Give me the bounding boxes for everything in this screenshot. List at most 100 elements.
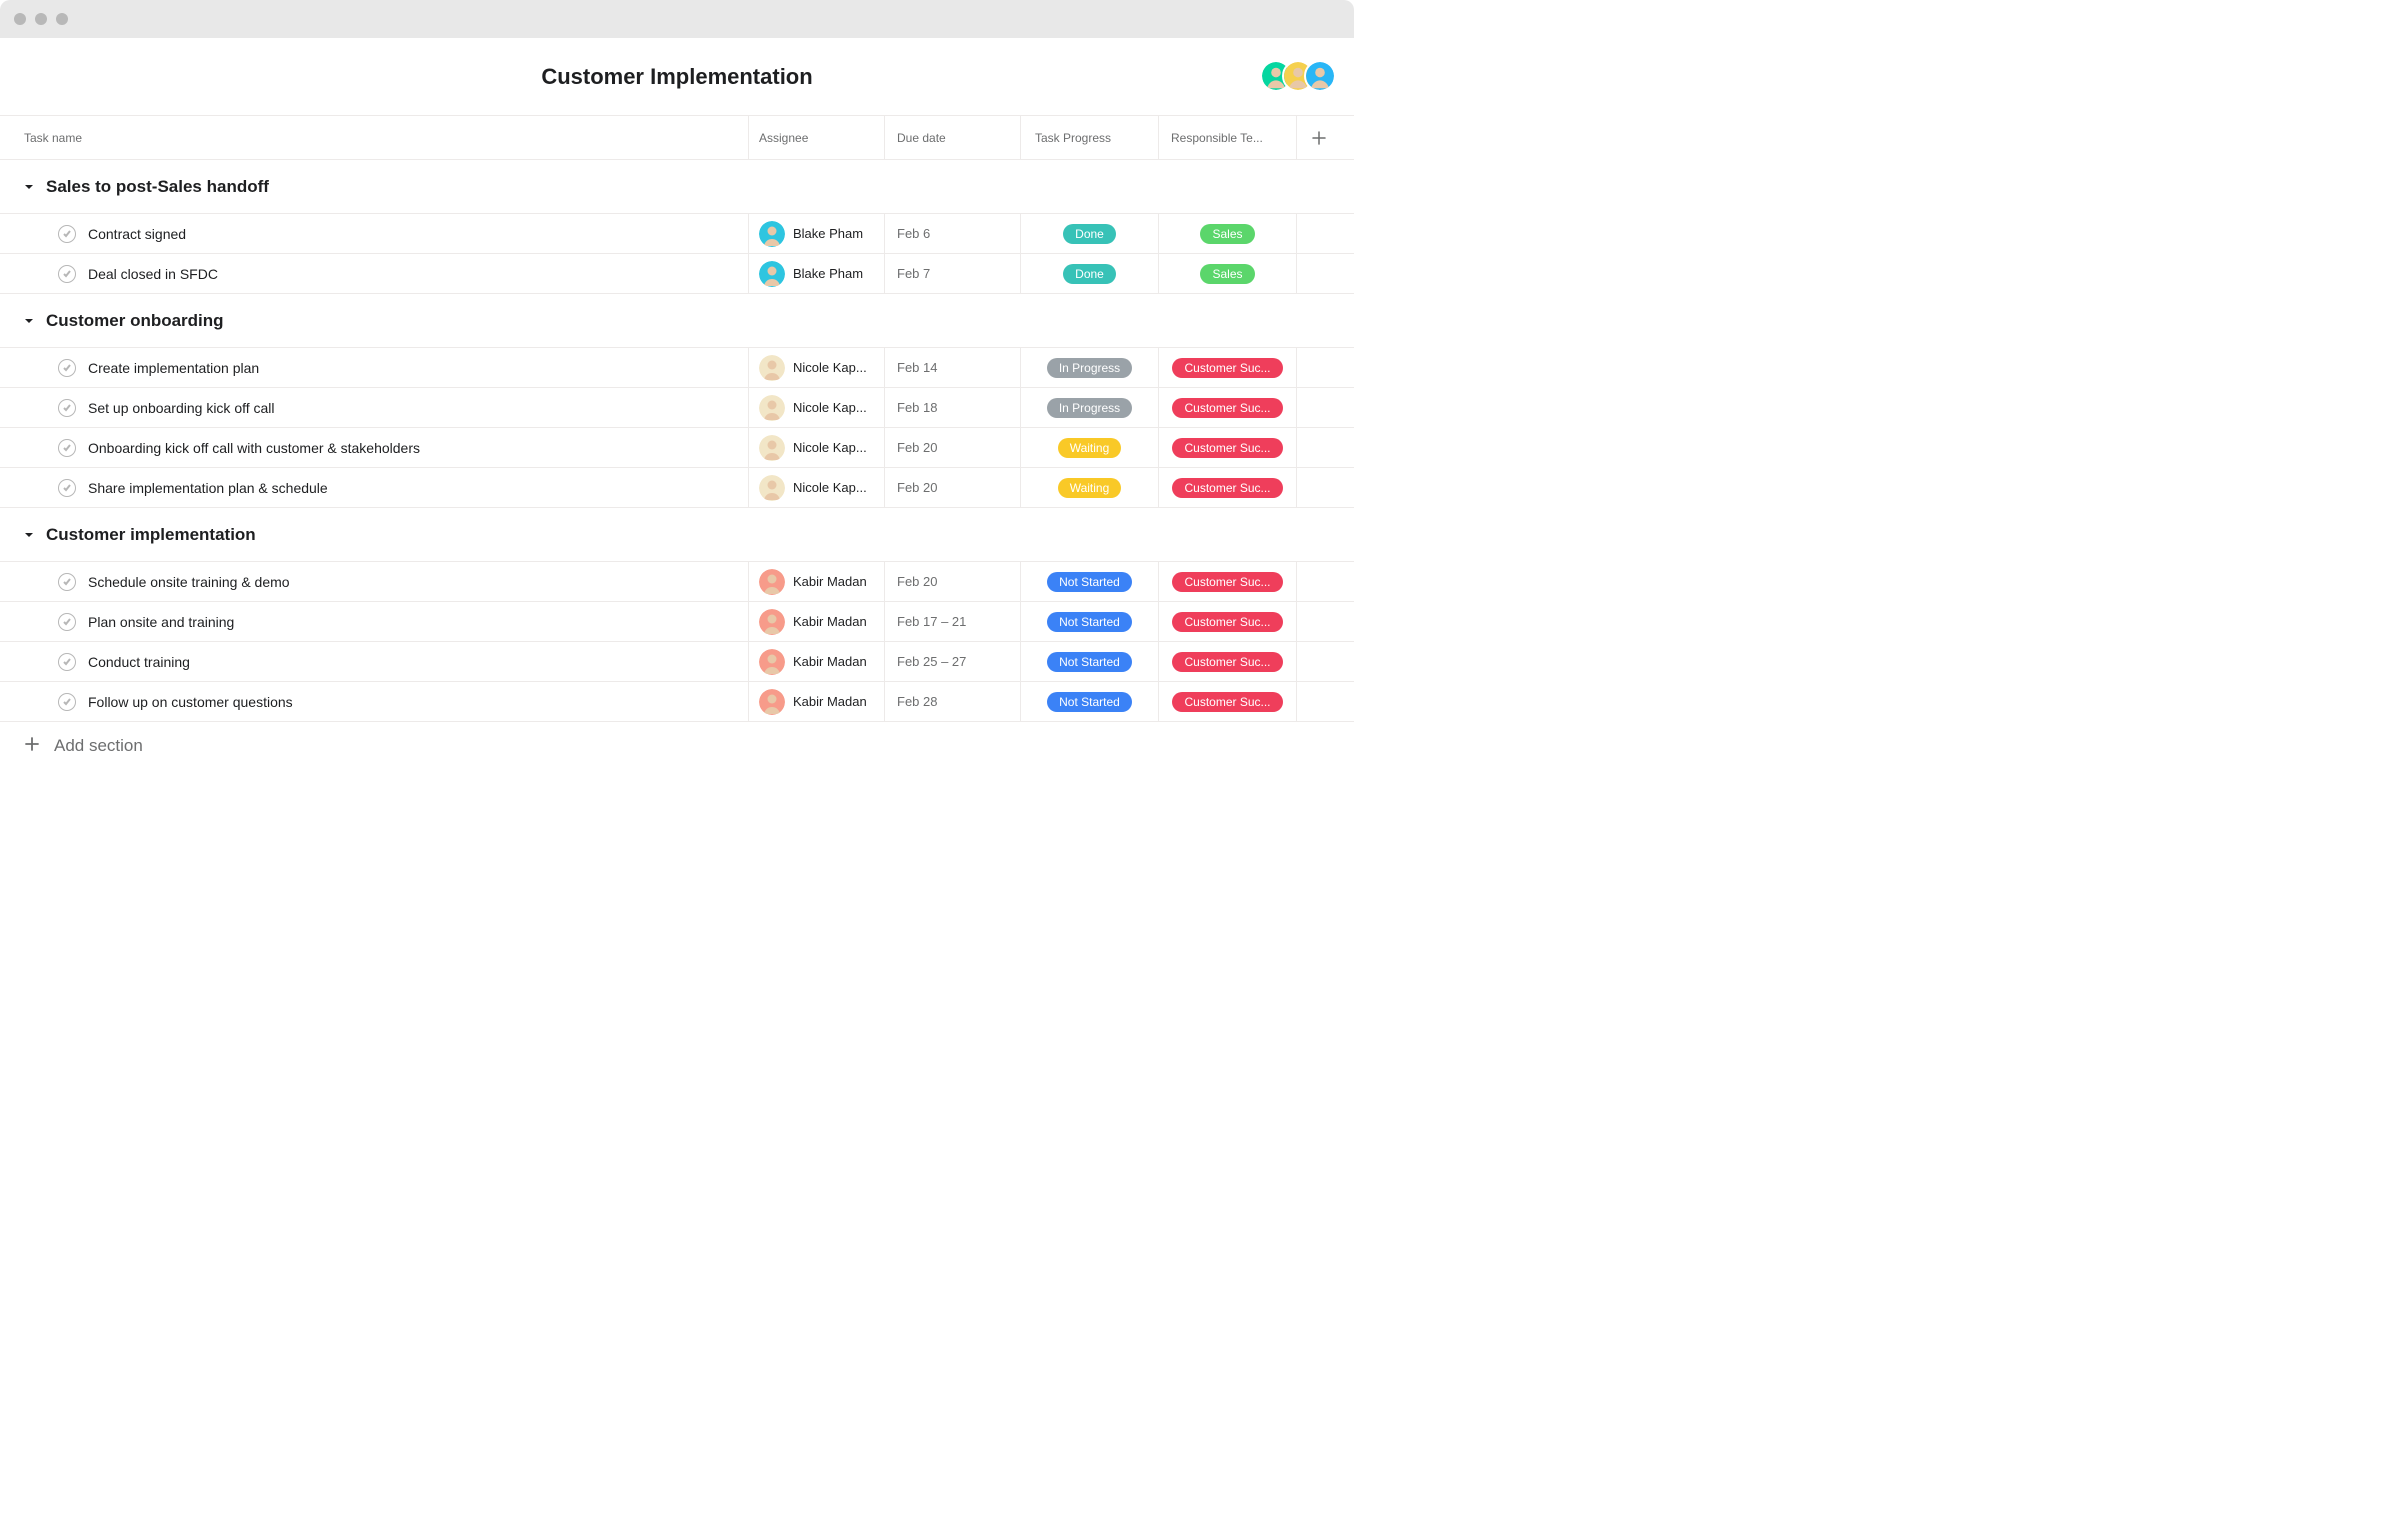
task-row[interactable]: Set up onboarding kick off call Nicole K…: [0, 388, 1354, 428]
section-title: Sales to post-Sales handoff: [46, 177, 269, 197]
section-title: Customer implementation: [46, 525, 256, 545]
task-row[interactable]: Deal closed in SFDC Blake Pham Feb 7 Don…: [0, 254, 1354, 294]
team-pill[interactable]: Customer Suc...: [1172, 438, 1282, 458]
row-extra-cell: [1296, 682, 1340, 721]
progress-pill[interactable]: Done: [1063, 264, 1116, 284]
assignee-name: Kabir Madan: [793, 654, 867, 669]
assignee-avatar[interactable]: [759, 569, 785, 595]
team-pill[interactable]: Customer Suc...: [1172, 478, 1282, 498]
task-title: Plan onsite and training: [88, 614, 234, 630]
assignee-avatar[interactable]: [759, 221, 785, 247]
progress-pill[interactable]: Waiting: [1058, 478, 1122, 498]
row-extra-cell: [1296, 214, 1340, 253]
row-extra-cell: [1296, 428, 1340, 467]
progress-pill[interactable]: Not Started: [1047, 692, 1132, 712]
due-date: Feb 28: [897, 694, 937, 709]
member-avatars[interactable]: [1270, 60, 1336, 92]
assignee-name: Nicole Kap...: [793, 480, 867, 495]
team-pill[interactable]: Customer Suc...: [1172, 692, 1282, 712]
section-header[interactable]: Customer onboarding: [0, 294, 1354, 348]
due-date: Feb 14: [897, 360, 937, 375]
row-extra-cell: [1296, 348, 1340, 387]
column-header-progress[interactable]: Task Progress: [1020, 116, 1158, 159]
assignee-name: Nicole Kap...: [793, 360, 867, 375]
progress-pill[interactable]: Not Started: [1047, 652, 1132, 672]
assignee-name: Blake Pham: [793, 266, 863, 281]
assignee-name: Nicole Kap...: [793, 440, 867, 455]
complete-task-toggle[interactable]: [58, 225, 76, 243]
section-header[interactable]: Customer implementation: [0, 508, 1354, 562]
progress-pill[interactable]: Done: [1063, 224, 1116, 244]
section-header[interactable]: Sales to post-Sales handoff: [0, 160, 1354, 214]
task-title: Follow up on customer questions: [88, 694, 293, 710]
avatar[interactable]: [1304, 60, 1336, 92]
assignee-avatar[interactable]: [759, 435, 785, 461]
column-header-team[interactable]: Responsible Te...: [1158, 116, 1296, 159]
due-date: Feb 20: [897, 440, 937, 455]
caret-down-icon: [24, 530, 34, 540]
task-title: Share implementation plan & schedule: [88, 480, 328, 496]
assignee-avatar[interactable]: [759, 355, 785, 381]
task-row[interactable]: Onboarding kick off call with customer &…: [0, 428, 1354, 468]
complete-task-toggle[interactable]: [58, 653, 76, 671]
add-section-button[interactable]: Add section: [0, 722, 1354, 770]
column-header-due[interactable]: Due date: [884, 116, 1020, 159]
due-date: Feb 6: [897, 226, 930, 241]
team-pill[interactable]: Customer Suc...: [1172, 652, 1282, 672]
progress-pill[interactable]: Not Started: [1047, 612, 1132, 632]
task-title: Contract signed: [88, 226, 186, 242]
page-title: Customer Implementation: [541, 64, 812, 90]
team-pill[interactable]: Sales: [1200, 264, 1254, 284]
task-row[interactable]: Follow up on customer questions Kabir Ma…: [0, 682, 1354, 722]
complete-task-toggle[interactable]: [58, 359, 76, 377]
task-title: Conduct training: [88, 654, 190, 670]
complete-task-toggle[interactable]: [58, 439, 76, 457]
column-header-task[interactable]: Task name: [0, 131, 748, 145]
assignee-avatar[interactable]: [759, 475, 785, 501]
complete-task-toggle[interactable]: [58, 693, 76, 711]
due-date: Feb 17 – 21: [897, 614, 966, 629]
progress-pill[interactable]: In Progress: [1047, 358, 1132, 378]
task-row[interactable]: Create implementation plan Nicole Kap...…: [0, 348, 1354, 388]
caret-down-icon: [24, 182, 34, 192]
complete-task-toggle[interactable]: [58, 479, 76, 497]
plus-icon: [24, 736, 40, 757]
task-row[interactable]: Share implementation plan & schedule Nic…: [0, 468, 1354, 508]
progress-pill[interactable]: Waiting: [1058, 438, 1122, 458]
task-row[interactable]: Contract signed Blake Pham Feb 6 Done Sa…: [0, 214, 1354, 254]
team-pill[interactable]: Customer Suc...: [1172, 572, 1282, 592]
team-pill[interactable]: Customer Suc...: [1172, 398, 1282, 418]
task-row[interactable]: Plan onsite and training Kabir Madan Feb…: [0, 602, 1354, 642]
window-dot: [56, 13, 68, 25]
complete-task-toggle[interactable]: [58, 399, 76, 417]
task-title: Create implementation plan: [88, 360, 259, 376]
assignee-name: Kabir Madan: [793, 694, 867, 709]
team-pill[interactable]: Customer Suc...: [1172, 612, 1282, 632]
complete-task-toggle[interactable]: [58, 613, 76, 631]
assignee-avatar[interactable]: [759, 261, 785, 287]
add-column-button[interactable]: [1296, 116, 1340, 159]
complete-task-toggle[interactable]: [58, 573, 76, 591]
task-row[interactable]: Conduct training Kabir Madan Feb 25 – 27…: [0, 642, 1354, 682]
assignee-avatar[interactable]: [759, 609, 785, 635]
progress-pill[interactable]: Not Started: [1047, 572, 1132, 592]
task-row[interactable]: Schedule onsite training & demo Kabir Ma…: [0, 562, 1354, 602]
assignee-name: Blake Pham: [793, 226, 863, 241]
column-header-row: Task name Assignee Due date Task Progres…: [0, 116, 1354, 160]
team-pill[interactable]: Sales: [1200, 224, 1254, 244]
due-date: Feb 7: [897, 266, 930, 281]
progress-pill[interactable]: In Progress: [1047, 398, 1132, 418]
assignee-name: Kabir Madan: [793, 574, 867, 589]
task-title: Schedule onsite training & demo: [88, 574, 290, 590]
window-dot: [35, 13, 47, 25]
column-header-assignee[interactable]: Assignee: [748, 116, 884, 159]
assignee-avatar[interactable]: [759, 689, 785, 715]
window-chrome: [0, 0, 1354, 38]
assignee-avatar[interactable]: [759, 649, 785, 675]
row-extra-cell: [1296, 642, 1340, 681]
complete-task-toggle[interactable]: [58, 265, 76, 283]
assignee-avatar[interactable]: [759, 395, 785, 421]
assignee-name: Kabir Madan: [793, 614, 867, 629]
team-pill[interactable]: Customer Suc...: [1172, 358, 1282, 378]
due-date: Feb 25 – 27: [897, 654, 966, 669]
